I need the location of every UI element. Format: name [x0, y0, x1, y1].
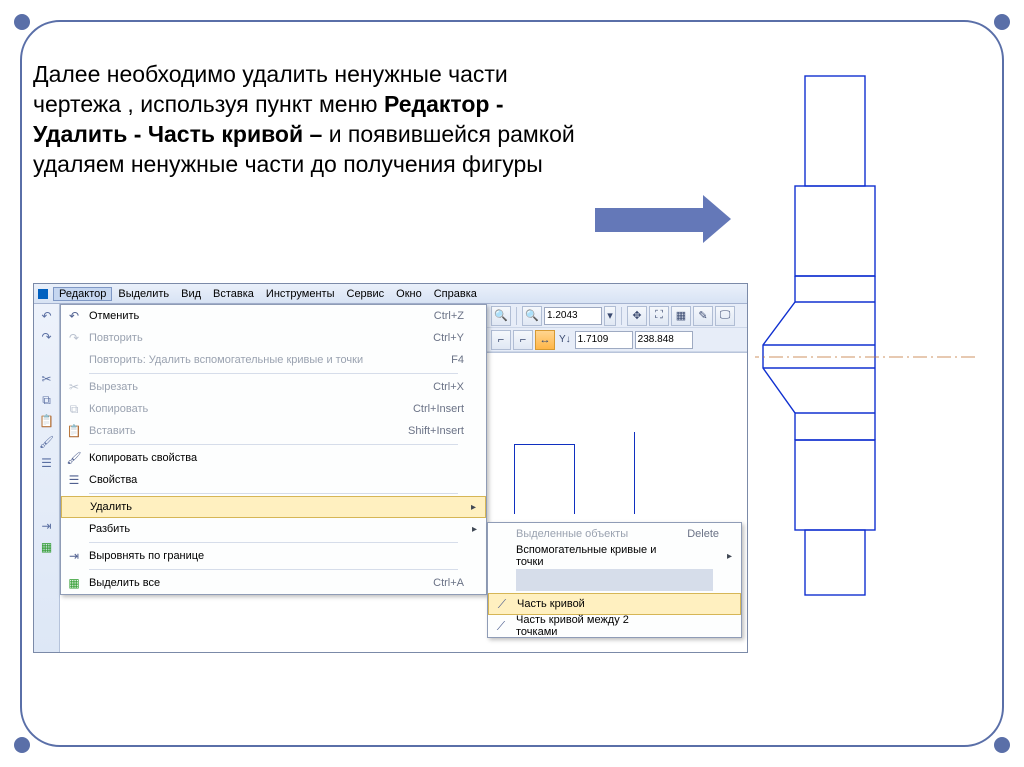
menu-delete[interactable]: Удалить▸	[61, 496, 486, 518]
menu-redo: ↷ПовторитьCtrl+Y	[61, 327, 486, 349]
menu-split[interactable]: Разбить▸	[61, 518, 486, 540]
brush-icon[interactable]: 🖌	[37, 433, 57, 451]
menu-select[interactable]: Выделить	[112, 287, 175, 301]
copy-icon[interactable]: ⧉	[37, 391, 57, 409]
dimension-icon[interactable]: ↔	[535, 330, 555, 350]
coord-input[interactable]	[635, 331, 693, 349]
brush-tool-icon[interactable]: ✎	[693, 306, 713, 326]
paste-icon[interactable]: 📋	[37, 412, 57, 430]
menu-repeat: Повторить: Удалить вспомогательные кривы…	[61, 349, 486, 371]
menu-cut: ✂ВырезатьCtrl+X	[61, 376, 486, 398]
bracket-icon[interactable]: ⌐	[513, 330, 533, 350]
submenu-curvepart2[interactable]: ⟋Часть кривой между 2 точками	[488, 615, 741, 637]
separator	[89, 373, 458, 374]
corner-dot	[994, 737, 1010, 753]
separator	[89, 542, 458, 543]
menu-service[interactable]: Сервис	[341, 287, 391, 301]
delete-submenu: Выделенные объектыDelete Вспомогательные…	[487, 522, 742, 638]
toolbar: 🔍 🔍 ▾ ✥ ⛶ ▦ ✎ 🖵 ⌐ ⌐ ↔ Y↓	[487, 304, 747, 353]
separator	[89, 444, 458, 445]
corner-dot	[14, 737, 30, 753]
menu-paste: 📋ВставитьShift+Insert	[61, 420, 486, 442]
gap-icon	[37, 475, 57, 493]
menu-copy: ⧉КопироватьCtrl+Insert	[61, 398, 486, 420]
app-icon	[38, 289, 48, 299]
vertical-toolbar: ↶ ↷ ✂ ⧉ 📋 🖌 ☰ ⇥ ▦	[34, 304, 60, 652]
separator	[89, 493, 458, 494]
fit-icon[interactable]: ⛶	[649, 306, 669, 326]
submenu-aux[interactable]: Вспомогательные кривые и точки▸	[488, 545, 741, 567]
menu-window[interactable]: Окно	[390, 287, 428, 301]
result-drawing	[755, 70, 975, 610]
corner-dot	[14, 14, 30, 30]
screen-icon[interactable]: 🖵	[715, 306, 735, 326]
menu-selectall[interactable]: ▦Выделить всеCtrl+A	[61, 572, 486, 594]
menubar: Редактор Выделить Вид Вставка Инструмент…	[34, 284, 747, 304]
zoom-in-icon[interactable]: 🔍	[491, 306, 511, 326]
redo-icon[interactable]: ↷	[37, 328, 57, 346]
menu-props[interactable]: ☰Свойства	[61, 469, 486, 491]
angle-icon[interactable]: ⌐	[491, 330, 511, 350]
align-icon[interactable]: ⇥	[37, 517, 57, 535]
menu-align[interactable]: ⇥Выровнять по границе	[61, 545, 486, 567]
zoom-out-icon[interactable]: 🔍	[522, 306, 542, 326]
menu-undo[interactable]: ↶ОтменитьCtrl+Z	[61, 305, 486, 327]
editor-dropdown: ↶ОтменитьCtrl+Z ↷ПовторитьCtrl+Y Повтори…	[60, 304, 487, 595]
menu-help[interactable]: Справка	[428, 287, 483, 301]
menu-editor[interactable]: Редактор	[53, 287, 112, 301]
menu-copyprops[interactable]: 🖌Копировать свойства	[61, 447, 486, 469]
menu-tools[interactable]: Инструменты	[260, 287, 341, 301]
y-input[interactable]	[575, 331, 633, 349]
pan-icon[interactable]: ✥	[627, 306, 647, 326]
corner-dot	[994, 14, 1010, 30]
grid-icon[interactable]: ▦	[671, 306, 691, 326]
instruction-text: Далее необходимо удалить ненужные части …	[33, 60, 593, 180]
selectall-icon[interactable]: ▦	[37, 538, 57, 556]
menu-view[interactable]: Вид	[175, 287, 207, 301]
cut-icon[interactable]: ✂	[37, 370, 57, 388]
y-label: Y↓	[557, 334, 573, 345]
separator	[89, 569, 458, 570]
undo-icon[interactable]: ↶	[37, 307, 57, 325]
separator	[516, 569, 713, 591]
submenu-selected: Выделенные объектыDelete	[488, 523, 741, 545]
dropdown-icon[interactable]: ▾	[604, 306, 616, 326]
gap-icon	[37, 349, 57, 367]
menu-insert[interactable]: Вставка	[207, 287, 260, 301]
gap-icon	[37, 496, 57, 514]
props-icon[interactable]: ☰	[37, 454, 57, 472]
app-window: Редактор Выделить Вид Вставка Инструмент…	[33, 283, 748, 653]
submenu-curvepart[interactable]: ⟋Часть кривой	[488, 593, 741, 615]
zoom-input[interactable]	[544, 307, 602, 325]
